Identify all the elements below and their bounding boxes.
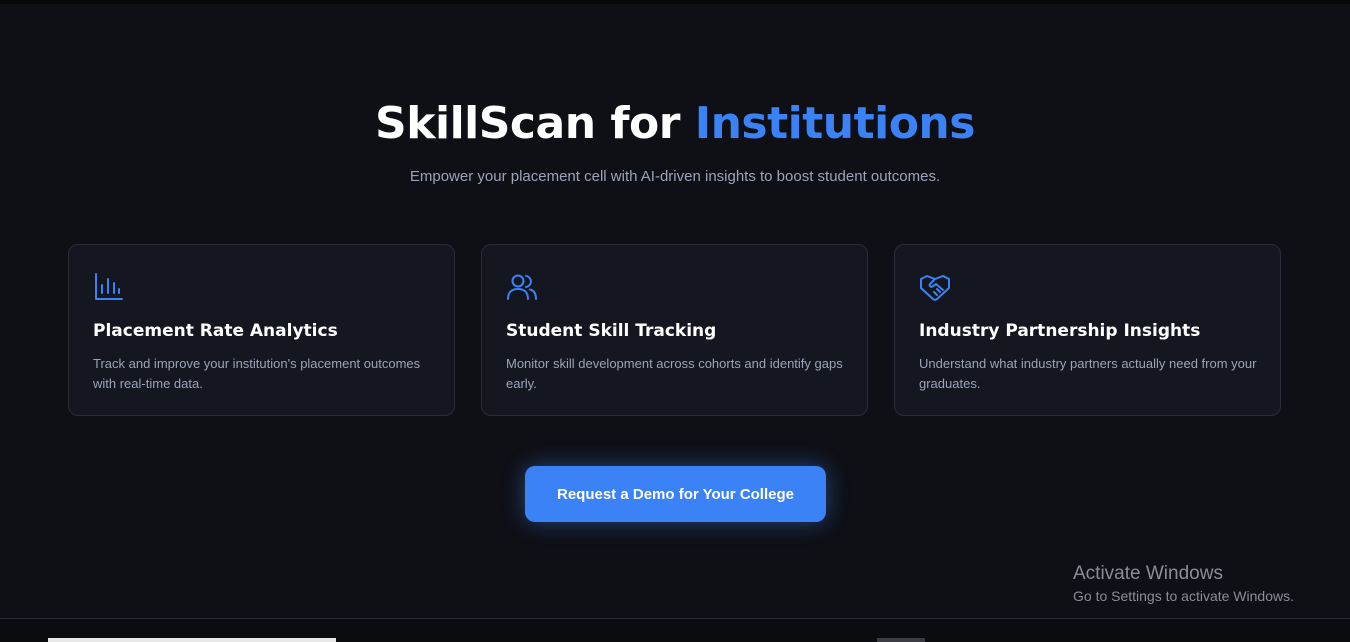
request-demo-button[interactable]: Request a Demo for Your College [525,466,826,522]
page-subtitle: Empower your placement cell with AI-driv… [409,168,941,185]
activate-windows-watermark: Activate Windows Go to Settings to activ… [1073,562,1294,605]
feature-description: Understand what industry partners actual… [919,356,1257,391]
feature-card-skill-tracking: Student Skill Tracking Monitor skill dev… [481,244,868,416]
users-icon [506,271,538,303]
feature-description: Track and improve your institution's pla… [93,356,421,391]
horizontal-scrollbar-thumb[interactable] [48,638,336,642]
feature-title: Student Skill Tracking [506,321,717,341]
handshake-icon [919,271,951,303]
top-divider [0,0,1350,4]
bar-chart-icon [93,271,125,303]
title-accent: Institutions [694,98,976,149]
feature-title: Placement Rate Analytics [93,321,338,341]
institutions-section: SkillScan for Institutions Empower your … [0,0,1350,642]
page-title: SkillScan for Institutions [0,96,1350,152]
feature-title: Industry Partnership Insights [919,321,1201,341]
feature-card-placement-analytics: Placement Rate Analytics Track and impro… [68,244,455,416]
scrollbar-segment [877,638,925,642]
feature-card-industry-insights: Industry Partnership Insights Understand… [894,244,1281,416]
watermark-title: Activate Windows [1073,563,1223,584]
watermark-subtitle: Go to Settings to activate Windows. [1073,588,1294,604]
feature-description: Monitor skill development across cohorts… [506,356,843,391]
title-main: SkillScan for [375,98,695,149]
